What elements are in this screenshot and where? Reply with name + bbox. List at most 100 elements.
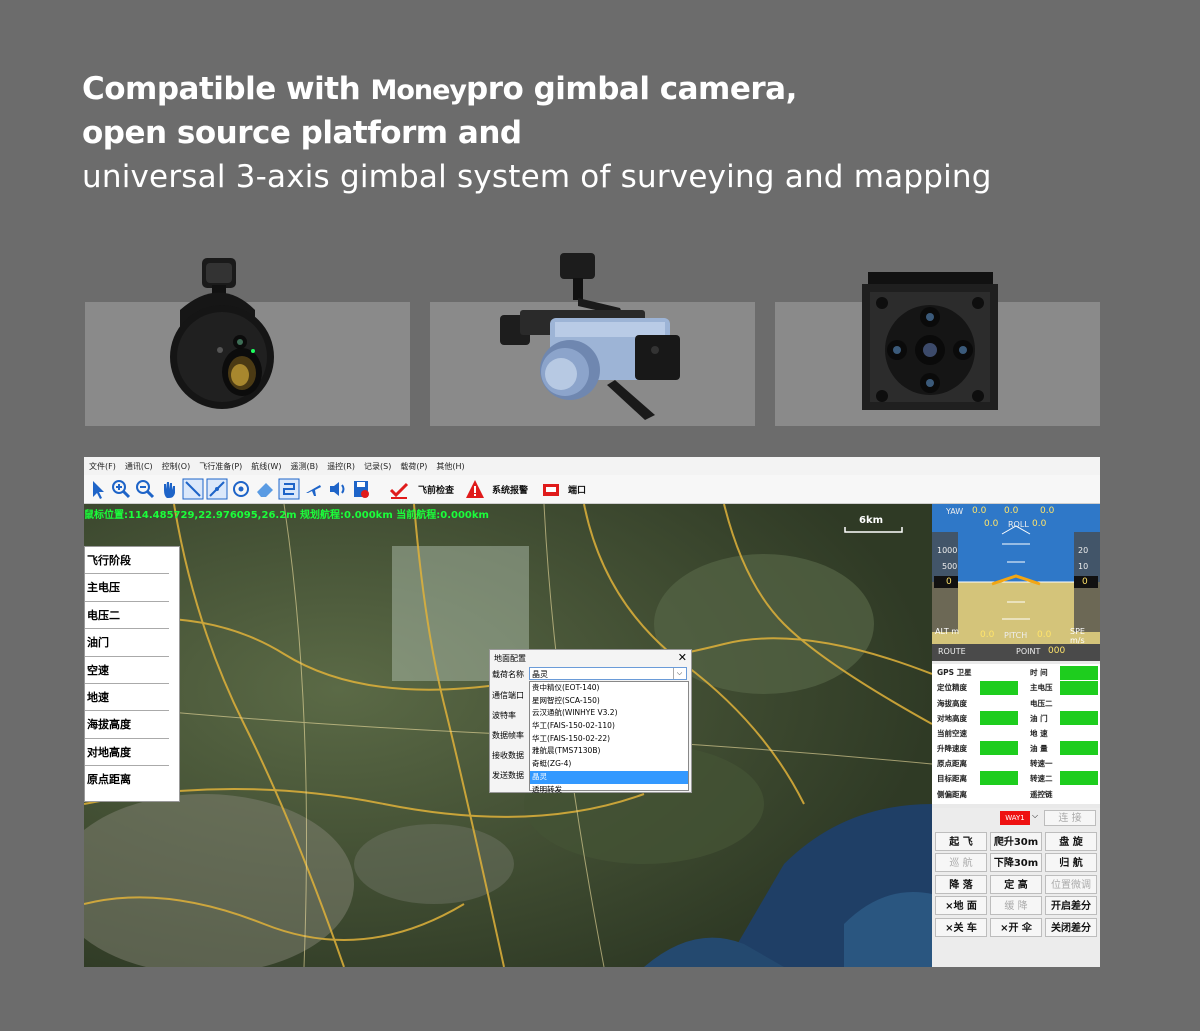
draw-diagonal-icon[interactable] [206, 478, 228, 500]
ground-config-dialog: 地面配置 ✕ 载荷名称 通信端口 波特率 数据帧率 接收数据 发送数据 晶灵 ⌵… [489, 649, 692, 794]
status-led [1060, 711, 1098, 725]
payload-option-selected[interactable]: 晶灵 [530, 770, 688, 784]
payload-option[interactable]: 云汉通航(WINHYE V3.2) [530, 707, 688, 720]
map-scale-label: 6km [859, 515, 884, 526]
preflight-check-label[interactable]: 飞前检查 [418, 483, 454, 496]
pan-hand-icon[interactable] [158, 478, 180, 500]
roll-value: 0.0 [984, 519, 999, 529]
brand-name: Money [370, 75, 467, 106]
chevron-down-icon[interactable]: ⌵ [673, 668, 685, 679]
route-label: ROUTE [938, 647, 966, 656]
position-adjust-button[interactable]: 位置微调 [1045, 875, 1097, 894]
menu-control[interactable]: 控制(O) [157, 457, 195, 472]
menu-other[interactable]: 其他(H) [431, 457, 468, 472]
alarm-icon[interactable] [464, 478, 486, 500]
loiter-button[interactable]: 盘 旋 [1045, 832, 1097, 851]
satellite-map[interactable]: 鼠标位置:114.485729,22.976095,26.2m 规划航程:0.0… [84, 504, 932, 967]
save-close-icon[interactable] [350, 478, 372, 500]
port-icon[interactable] [540, 478, 562, 500]
status-label: 当前空速 [937, 729, 967, 738]
preflight-check-icon[interactable] [388, 478, 410, 500]
menu-comm[interactable]: 通讯(C) [120, 457, 157, 472]
menu-telemetry[interactable]: 遥测(B) [285, 457, 322, 472]
slow-descend-button[interactable]: 缓 降 [990, 896, 1042, 915]
status-led [980, 681, 1018, 695]
menu-flight-prep[interactable]: 飞行准备(P) [194, 457, 246, 472]
roll-label: ROLL [1008, 520, 1029, 529]
status-label: 油 门 [1030, 714, 1048, 723]
voltage-two-label: 电压二 [85, 602, 169, 630]
payload-option[interactable]: 雅航晨(TMS7130B) [530, 745, 688, 758]
main-voltage-label: 主电压 [85, 574, 169, 602]
descend-button[interactable]: 下降30m [990, 853, 1042, 872]
airplane-icon[interactable] [302, 478, 324, 500]
status-led [1060, 681, 1098, 695]
baud-rate-label: 波特率 [492, 711, 516, 720]
system-alarm-label[interactable]: 系统报警 [492, 483, 528, 496]
payload-option[interactable]: 华工(FAIS-150-02-110) [530, 720, 688, 733]
disable-rtk-button[interactable]: 关闭差分 [1045, 918, 1097, 937]
climb-button[interactable]: 爬升30m [990, 832, 1042, 851]
status-label: 侧偏距离 [937, 790, 967, 799]
zoom-in-icon[interactable] [110, 478, 132, 500]
menu-payload[interactable]: 载荷(P) [395, 457, 431, 472]
menu-record[interactable]: 记录(S) [359, 457, 395, 472]
spe-label: SPE m/s [1070, 627, 1085, 645]
headline-line3: universal 3-axis gimbal system of survey… [82, 159, 992, 195]
pointer-icon[interactable] [86, 478, 108, 500]
menu-remote[interactable]: 遥控(R) [322, 457, 359, 472]
groundspeed-label: 地速 [85, 684, 169, 712]
enable-rtk-button[interactable]: 开启差分 [1045, 896, 1097, 915]
waypoint-select[interactable]: WAY1 [1000, 811, 1030, 825]
takeoff-button[interactable]: 起 飞 [935, 832, 987, 851]
payload-option[interactable]: 华工(FAIS-150-02-22) [530, 733, 688, 746]
connect-button[interactable]: 连 接 [1044, 810, 1096, 826]
flight-status-panel: 飞行阶段 主电压 电压二 油门 空速 地速 海拔高度 对地高度 原点距离 [84, 546, 180, 802]
status-label: 对地高度 [937, 714, 967, 723]
headline-line1: Compatible with Moneypro gimbal camera, [82, 71, 797, 107]
throttle-label: 油门 [85, 629, 169, 657]
status-led [1060, 741, 1098, 755]
height-agl-label: 对地高度 [85, 739, 169, 767]
status-led [980, 741, 1018, 755]
payload-option[interactable]: 星网智控(SCA-150) [530, 695, 688, 708]
return-home-button[interactable]: 归 航 [1045, 853, 1097, 872]
yaw-value: 0.0 [972, 506, 987, 516]
target-icon[interactable] [230, 478, 252, 500]
payload-option[interactable]: 奇蜓(ZG-4) [530, 758, 688, 771]
payload-option[interactable]: 贵中精仪(EOT-140) [530, 682, 688, 695]
route-two-icon[interactable] [278, 478, 300, 500]
payload-option[interactable]: 透明转发 [530, 784, 688, 797]
port-label[interactable]: 端口 [568, 483, 586, 496]
roll-target-value: 0.0 [1032, 519, 1047, 529]
status-grid: GPS 卫星 定位精度 海拔高度 对地高度 当前空速 升降速度 原点距离 目标距… [932, 664, 1100, 804]
payload-select[interactable]: 晶灵 ⌵ [529, 667, 687, 680]
point-label: POINT [1016, 647, 1041, 656]
spe-scale-mid: 10 [1078, 562, 1089, 571]
headline-line2: open source platform and [82, 115, 522, 151]
parachute-button[interactable]: ×开 伞 [990, 918, 1042, 937]
chevron-down-icon[interactable]: ⌵ [1032, 811, 1038, 821]
status-label: 定位精度 [937, 683, 967, 692]
headline: Compatible with Moneypro gimbal camera, … [82, 68, 992, 199]
pitch-label: PITCH [1004, 631, 1028, 640]
eraser-icon[interactable] [254, 478, 276, 500]
engine-off-button[interactable]: ×关 车 [935, 918, 987, 937]
status-led [980, 711, 1018, 725]
cruise-button[interactable]: 巡 航 [935, 853, 987, 872]
menu-route[interactable]: 航线(W) [246, 457, 285, 472]
ground-button[interactable]: ×地 面 [935, 896, 987, 915]
zoom-out-icon[interactable] [134, 478, 156, 500]
pitch-target-value: 0.0 [1037, 630, 1052, 640]
draw-line-icon[interactable] [182, 478, 204, 500]
speaker-icon[interactable] [326, 478, 348, 500]
flight-phase-label: 飞行阶段 [85, 547, 169, 575]
send-data-label: 发送数据 [492, 771, 524, 780]
yaw-label: YAW [946, 507, 964, 516]
route-bar: ROUTE POINT 000 [932, 644, 1100, 661]
menu-file[interactable]: 文件(F) [84, 457, 120, 472]
land-button[interactable]: 降 落 [935, 875, 987, 894]
status-label: GPS 卫星 [937, 668, 972, 677]
dialog-close-button[interactable]: ✕ [678, 651, 687, 664]
altitude-hold-button[interactable]: 定 高 [990, 875, 1042, 894]
